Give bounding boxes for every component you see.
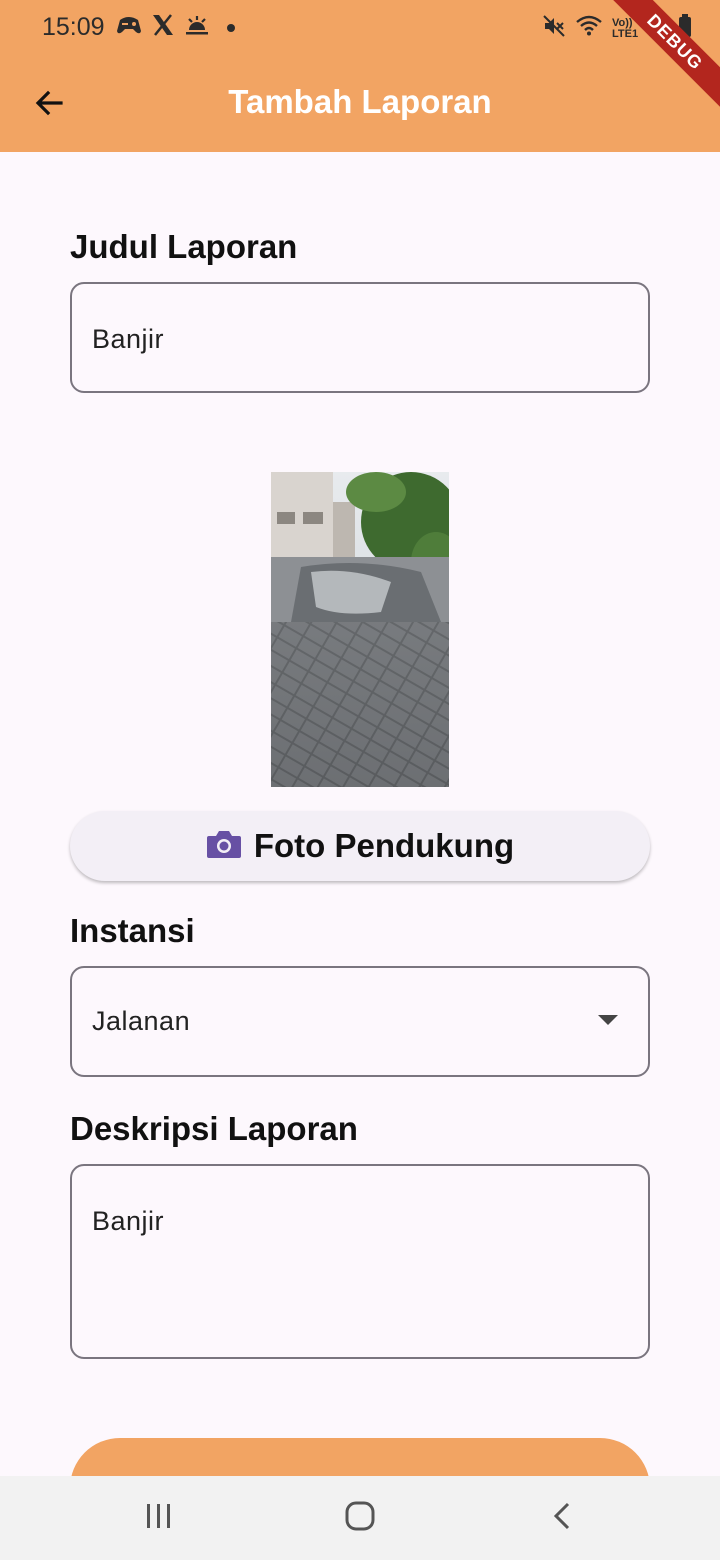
photo-upload-button[interactable]: Foto Pendukung [70,811,650,881]
status-left-icons [116,14,235,41]
dropdown-arrow-icon [598,1015,618,1025]
page-title: Tambah Laporan [228,83,492,120]
instansi-selected-value: Jalanan [92,1006,191,1036]
lte-text: LTE1 [612,27,639,40]
title-input[interactable]: Banjir [70,282,650,393]
description-value: Banjir [92,1206,165,1236]
nav-back-button[interactable] [540,1496,584,1540]
recent-apps-icon [145,1503,173,1534]
weather-icon [184,14,210,41]
app-bar: Tambah Laporan [0,56,720,152]
x-logo-icon [151,14,175,41]
status-time: 15:09 [42,13,105,41]
instansi-dropdown[interactable]: Jalanan [70,966,650,1077]
photo-upload-button-label: Foto Pendukung [253,827,515,864]
supporting-photo [271,472,449,787]
title-input-value: Banjir [92,324,165,354]
instansi-label: Instansi [70,912,195,949]
recent-apps-button[interactable] [137,1496,181,1540]
chevron-left-icon [550,1501,574,1536]
wifi-icon [576,15,602,42]
home-icon [344,1500,376,1537]
title-label: Judul Laporan [70,228,298,265]
status-bar: 15:09 Vo)) LTE1 [0,0,720,56]
camera-icon [206,828,242,865]
system-nav-bar [0,1476,720,1560]
home-button[interactable] [338,1496,382,1540]
gamepad-icon [116,14,142,41]
notification-dot-icon [227,23,235,32]
description-label: Deskripsi Laporan [70,1110,358,1147]
description-textarea[interactable]: Banjir [70,1164,650,1359]
mute-icon [542,14,566,43]
